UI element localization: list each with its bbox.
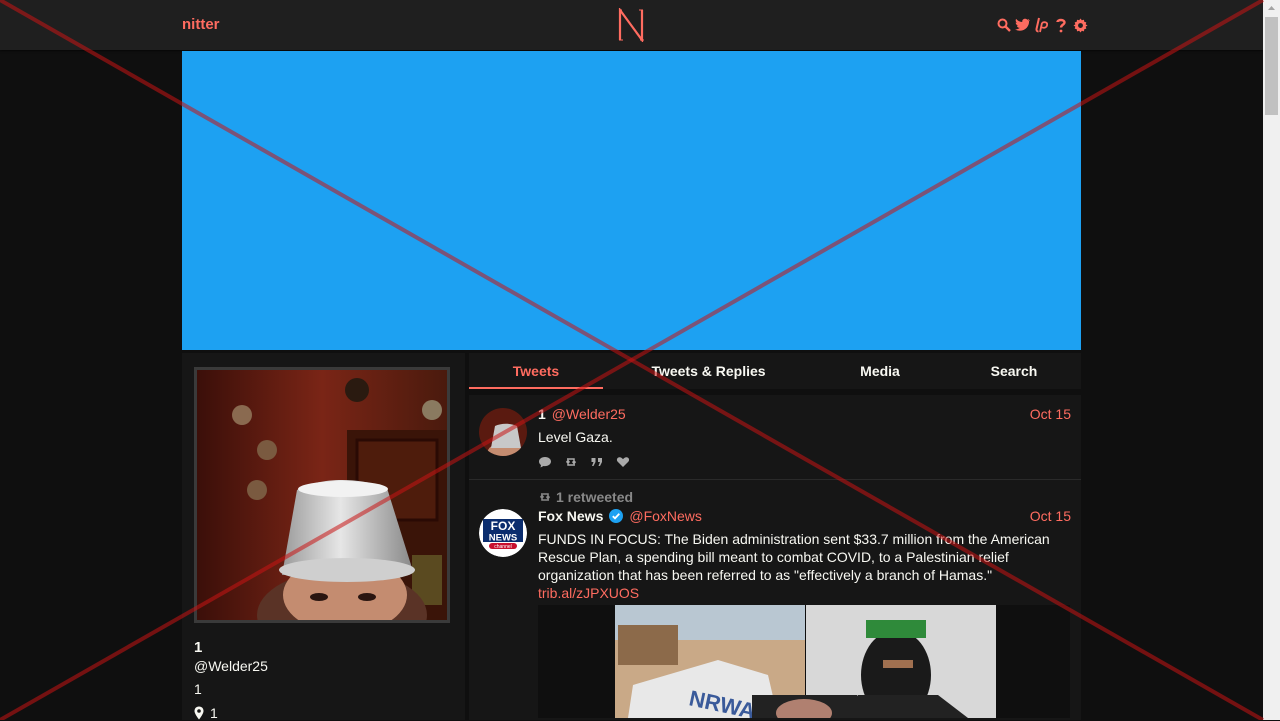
profile-location: 1 bbox=[194, 705, 218, 721]
tweet-avatar[interactable]: FOX NEWS channel bbox=[479, 509, 527, 557]
nav-icons bbox=[996, 15, 1088, 35]
profile-banner[interactable] bbox=[182, 51, 1081, 350]
tab-tweets[interactable]: Tweets bbox=[469, 353, 603, 389]
retweet-header-text: 1 retweeted bbox=[556, 489, 634, 505]
location-pin-icon bbox=[194, 706, 204, 720]
tweet-date[interactable]: Oct 15 bbox=[1030, 406, 1071, 422]
tweet-item-retweet[interactable]: 1 retweeted FOX NEWS channel Fox News @F… bbox=[469, 480, 1081, 720]
tweet-header: 1 @Welder25 bbox=[538, 406, 626, 422]
search-icon[interactable] bbox=[996, 16, 1012, 34]
scroll-thumb[interactable] bbox=[1265, 17, 1278, 115]
tweet-username[interactable]: @FoxNews bbox=[629, 508, 702, 524]
settings-gear-icon[interactable] bbox=[1072, 16, 1088, 34]
profile-location-text: 1 bbox=[210, 705, 218, 721]
twitter-bird-icon[interactable] bbox=[1015, 16, 1031, 34]
tweet-text: FUNDS IN FOCUS: The Biden administration… bbox=[538, 531, 1050, 583]
profile-card: 1 @Welder25 1 1 bbox=[182, 353, 465, 721]
profile-photo bbox=[197, 370, 447, 660]
profile-bio: 1 bbox=[194, 681, 202, 697]
tweet-content: Level Gaza. bbox=[538, 429, 613, 445]
page-scrollbar[interactable] bbox=[1263, 0, 1280, 720]
profile-avatar[interactable] bbox=[194, 367, 450, 660]
svg-text:channel: channel bbox=[494, 544, 512, 550]
tweet-content: FUNDS IN FOCUS: The Biden administration… bbox=[538, 530, 1063, 602]
brand-home-link[interactable]: nitter bbox=[182, 16, 220, 33]
profile-fullname: 1 bbox=[194, 639, 203, 656]
svg-text:FOX: FOX bbox=[491, 519, 516, 533]
quote-icon[interactable] bbox=[590, 455, 604, 469]
fox-news-logo: FOX NEWS channel bbox=[479, 509, 527, 557]
tweet-header: Fox News @FoxNews bbox=[538, 508, 702, 524]
tweet-date[interactable]: Oct 15 bbox=[1030, 508, 1071, 524]
tweet-fullname[interactable]: Fox News bbox=[538, 508, 603, 524]
tab-search[interactable]: Search bbox=[974, 353, 1054, 389]
retweet-icon bbox=[539, 493, 551, 501]
tab-media[interactable]: Media bbox=[840, 353, 920, 389]
heart-icon[interactable] bbox=[616, 455, 630, 469]
help-icon[interactable] bbox=[1053, 16, 1069, 34]
timeline: Tweets Tweets & Replies Media Search 1 @… bbox=[469, 353, 1081, 720]
tweet-image: NRWA bbox=[615, 605, 996, 718]
tweet-media[interactable]: NRWA bbox=[538, 605, 1070, 718]
profile-username[interactable]: @Welder25 bbox=[194, 658, 268, 674]
svg-text:NEWS: NEWS bbox=[489, 533, 518, 544]
comment-icon[interactable] bbox=[538, 455, 552, 469]
tweet-username[interactable]: @Welder25 bbox=[552, 406, 626, 422]
retweet-header: 1 retweeted bbox=[538, 489, 633, 505]
tweet-stats bbox=[538, 455, 630, 469]
tweet-item[interactable]: 1 @Welder25 Oct 15 Level Gaza. bbox=[469, 395, 1081, 480]
tweet-link[interactable]: trib.al/zJPXUOS bbox=[538, 585, 639, 601]
tweet-fullname[interactable]: 1 bbox=[538, 406, 546, 422]
tweet-avatar[interactable] bbox=[479, 408, 527, 456]
verified-badge-icon bbox=[609, 509, 624, 523]
nitter-logo-icon[interactable] bbox=[617, 8, 645, 42]
retweet-icon[interactable] bbox=[564, 455, 578, 469]
scroll-up-arrow-icon[interactable] bbox=[1263, 0, 1280, 17]
tab-tweets-replies[interactable]: Tweets & Replies bbox=[628, 353, 789, 389]
liberapay-icon[interactable] bbox=[1034, 16, 1050, 34]
profile-tabs: Tweets Tweets & Replies Media Search bbox=[469, 353, 1081, 389]
top-navbar: nitter bbox=[0, 0, 1263, 50]
